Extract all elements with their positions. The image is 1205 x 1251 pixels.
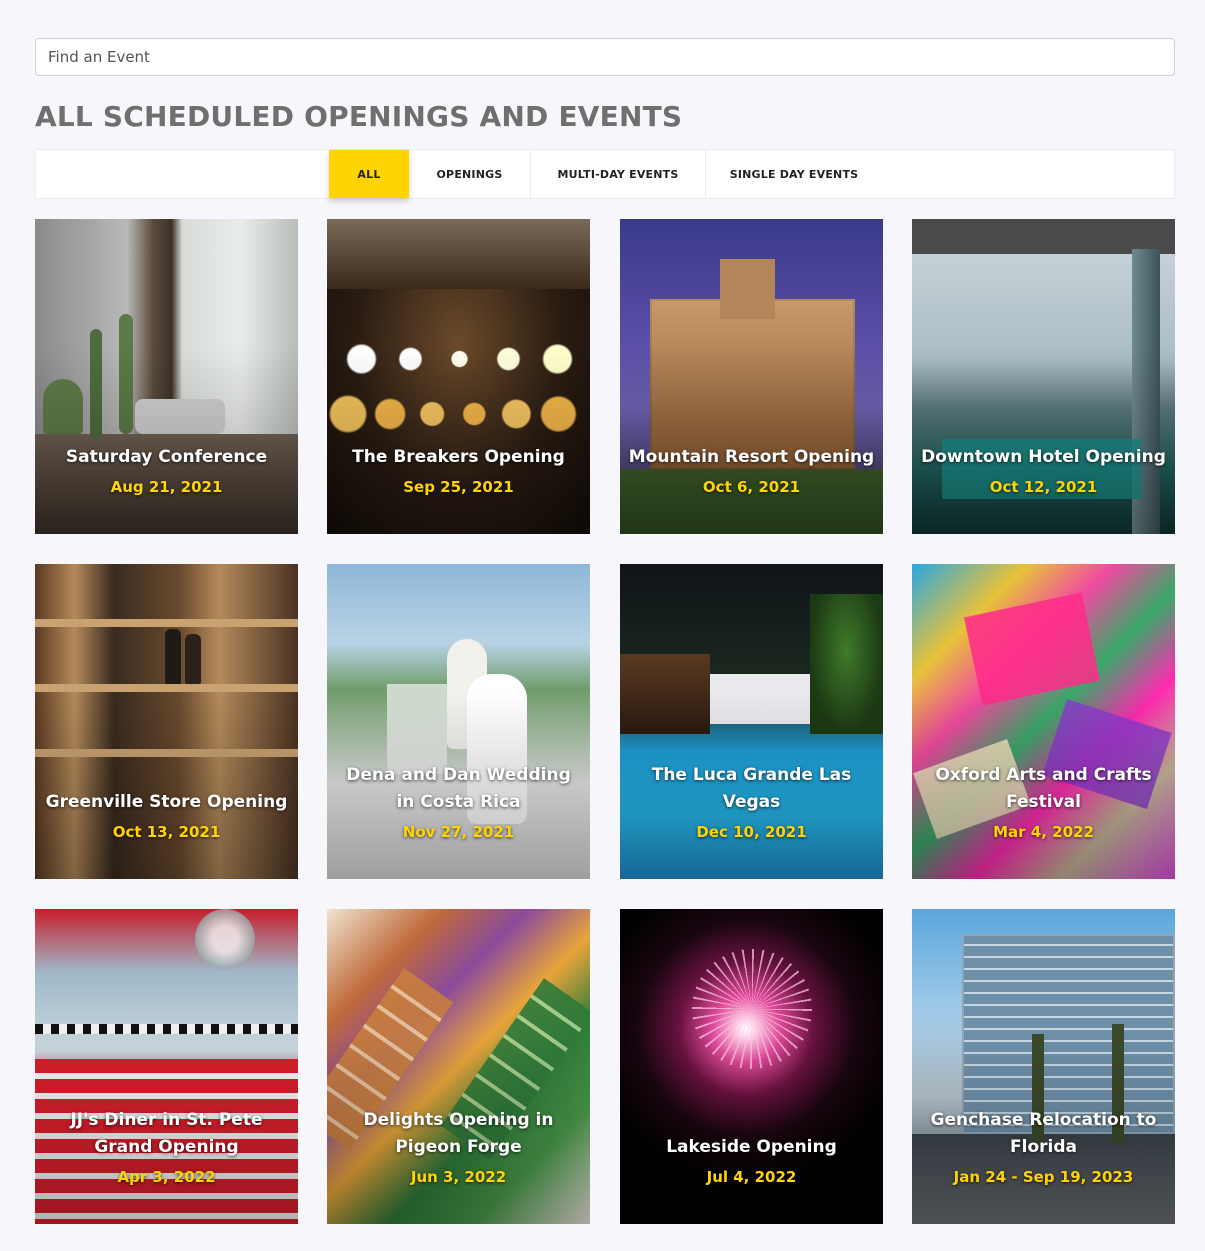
event-card[interactable]: Dena and Dan Wedding in Costa Rica Nov 2…	[327, 564, 590, 879]
event-date: Jul 4, 2022	[706, 1168, 797, 1186]
event-title: The Breakers Opening	[352, 447, 565, 467]
event-title: Saturday Conference	[65, 447, 268, 467]
event-card[interactable]: The Luca Grande Las Vegas Dec 10, 2021	[620, 564, 883, 879]
tab-all[interactable]: ALL	[329, 150, 409, 198]
event-date: Jan 24 - Sep 19, 2023	[953, 1168, 1134, 1186]
event-date: Oct 13, 2021	[112, 823, 221, 841]
event-title: Oxford Arts and Crafts Festival	[935, 765, 1152, 812]
event-card[interactable]: The Breakers Opening Sep 25, 2021	[327, 219, 590, 534]
event-date: Apr 3, 2022	[117, 1168, 216, 1186]
event-title: Dena and Dan Wedding in Costa Rica	[346, 765, 571, 812]
event-card[interactable]: Greenville Store Opening Oct 13, 2021	[35, 564, 298, 879]
event-date: Sep 25, 2021	[403, 478, 514, 496]
event-title: Greenville Store Opening	[45, 792, 288, 812]
page-title: ALL SCHEDULED OPENINGS AND EVENTS	[35, 100, 683, 133]
event-date: Dec 10, 2021	[696, 823, 807, 841]
event-card[interactable]: JJ's Diner in St. Pete Grand Opening Apr…	[35, 909, 298, 1224]
event-card[interactable]: Mountain Resort Opening Oct 6, 2021	[620, 219, 883, 534]
event-title: The Luca Grande Las Vegas	[651, 765, 852, 812]
event-card[interactable]: Downtown Hotel Opening Oct 12, 2021	[912, 219, 1175, 534]
event-date: Aug 21, 2021	[110, 478, 223, 496]
event-title: JJ's Diner in St. Pete Grand Opening	[70, 1110, 263, 1157]
search-input[interactable]	[35, 38, 1175, 76]
event-date: Jun 3, 2022	[410, 1168, 507, 1186]
event-date: Nov 27, 2021	[402, 823, 515, 841]
event-card[interactable]: Lakeside Opening Jul 4, 2022	[620, 909, 883, 1224]
event-title: Delights Opening in Pigeon Forge	[363, 1110, 554, 1157]
event-title: Mountain Resort Opening	[628, 447, 875, 467]
event-card[interactable]: Saturday Conference Aug 21, 2021	[35, 219, 298, 534]
event-date: Oct 6, 2021	[702, 478, 801, 496]
event-date: Mar 4, 2022	[993, 823, 1094, 841]
filter-tabs: ALL OPENINGS MULTI-DAY EVENTS SINGLE DAY…	[35, 149, 1175, 199]
tab-openings[interactable]: OPENINGS	[409, 150, 531, 198]
event-card[interactable]: Oxford Arts and Crafts Festival Mar 4, 2…	[912, 564, 1175, 879]
event-title: Genchase Relocation to Florida	[930, 1110, 1157, 1157]
event-title: Lakeside Opening	[666, 1137, 837, 1157]
tab-single-day-events[interactable]: SINGLE DAY EVENTS	[706, 150, 882, 198]
event-title: Downtown Hotel Opening	[921, 447, 1166, 467]
tab-multi-day-events[interactable]: MULTI-DAY EVENTS	[531, 150, 706, 198]
event-card[interactable]: Delights Opening in Pigeon Forge Jun 3, …	[327, 909, 590, 1224]
event-date: Oct 12, 2021	[989, 478, 1098, 496]
event-card[interactable]: Genchase Relocation to Florida Jan 24 - …	[912, 909, 1175, 1224]
